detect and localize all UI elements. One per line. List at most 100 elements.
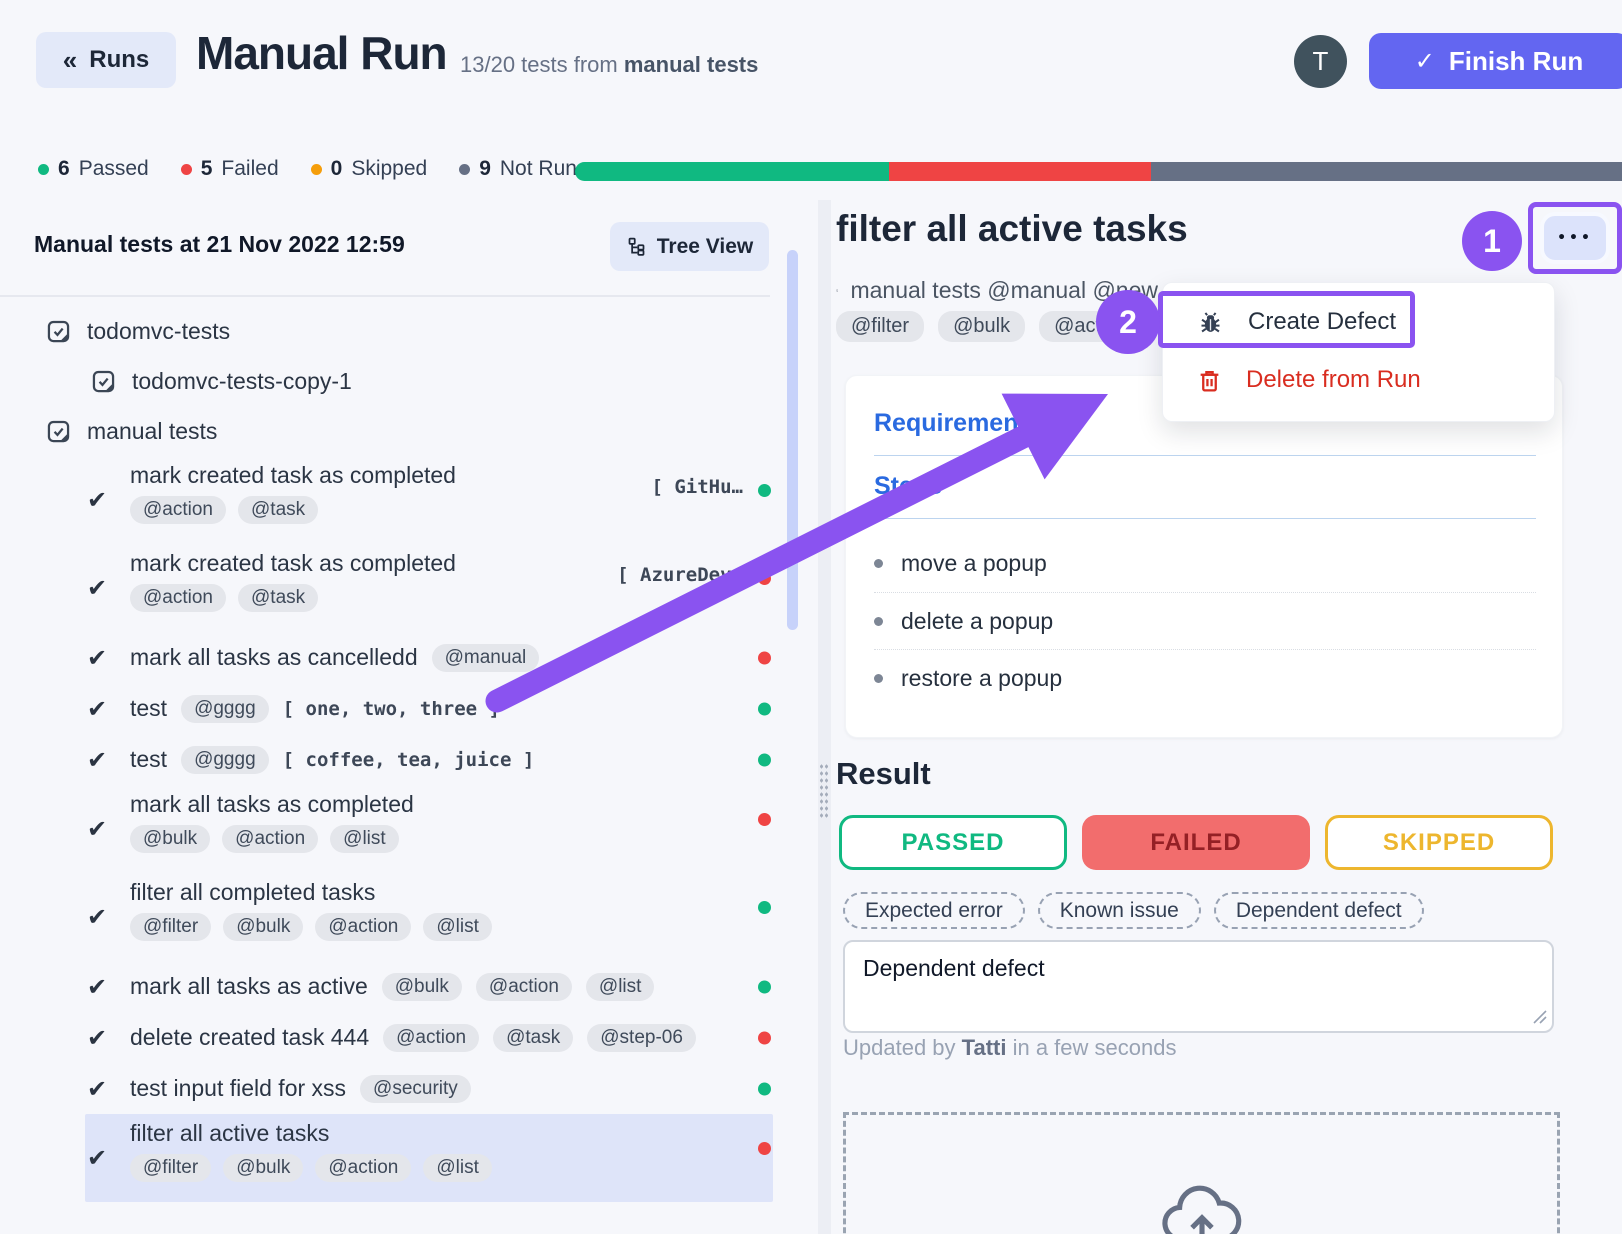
status-dot-failed	[758, 1142, 771, 1155]
status-dot-passed	[758, 901, 771, 914]
test-row[interactable]: ✔filter all active tasks@filter@bulk@act…	[85, 1114, 773, 1202]
test-row[interactable]: ✔mark created task as completed@action@t…	[85, 456, 773, 544]
suite-row[interactable]: todomvc-tests-copy-1	[0, 356, 790, 406]
tag-pill: @action	[315, 1154, 411, 1182]
test-row[interactable]: ✔mark all tasks as completed@bulk@action…	[85, 785, 773, 873]
test-row[interactable]: ✔filter all completed tasks@filter@bulk@…	[85, 873, 773, 961]
stat-dot-icon	[311, 164, 322, 175]
tag-pill: @task	[493, 1024, 573, 1052]
check-icon: ✔	[87, 574, 107, 602]
status-dot-passed	[758, 753, 771, 766]
check-icon: ✔	[87, 644, 107, 672]
test-name: filter all active tasks	[130, 1120, 773, 1147]
requirements-rule	[874, 455, 1536, 456]
tag-pill: @security	[360, 1075, 471, 1103]
suite-row[interactable]: todomvc-tests	[0, 306, 790, 356]
run-stat: 6Passed	[38, 157, 149, 181]
status-dot-passed	[758, 702, 771, 715]
subtitle-suite-name: manual tests	[624, 52, 759, 77]
annotation-step-1-badge: 1	[1462, 211, 1522, 271]
suite-row[interactable]: manual tests	[0, 406, 790, 456]
suite-doc-check-icon	[45, 418, 72, 445]
updated-prefix: Updated by	[843, 1035, 956, 1060]
suite-doc-check-icon	[836, 277, 838, 304]
test-row[interactable]: ✔delete created task 444@action@task@ste…	[85, 1012, 773, 1063]
tag-pill: @action	[130, 584, 226, 612]
result-type-pill[interactable]: Known issue	[1038, 892, 1201, 929]
progress-segment-not-run	[1151, 162, 1622, 181]
result-type-pill[interactable]: Expected error	[843, 892, 1025, 929]
test-name: filter all completed tasks	[130, 879, 773, 906]
test-row[interactable]: ✔mark all tasks as cancelledd@manual	[85, 632, 773, 683]
tag-pill: @list	[423, 913, 492, 941]
stat-label: Passed	[79, 157, 149, 181]
splitter-drag-handle[interactable]	[819, 763, 830, 819]
back-chevrons-icon: «	[63, 45, 77, 76]
tag-pill: @task	[238, 584, 318, 612]
finish-run-button[interactable]: ✓ Finish Run	[1369, 33, 1622, 89]
avatar[interactable]: T	[1294, 35, 1347, 88]
tag-pill: @bulk	[130, 825, 210, 853]
updated-status-text: Updated by Tatti in a few seconds	[843, 1035, 1176, 1061]
check-icon: ✔	[87, 746, 107, 774]
status-dot-failed	[758, 1031, 771, 1044]
left-panel-divider	[0, 295, 770, 297]
steps-link[interactable]: Steps	[874, 472, 942, 501]
menu-item-label: Delete from Run	[1246, 366, 1421, 394]
status-button-passed[interactable]: PASSED	[839, 815, 1067, 870]
test-row[interactable]: ✔ test input field for xss @security	[85, 1063, 773, 1114]
steps-list: move a popupdelete a popuprestore a popu…	[874, 535, 1536, 706]
tree-view-icon	[626, 236, 647, 257]
stat-dot-icon	[459, 164, 470, 175]
run-stat: 5Failed	[181, 157, 279, 181]
panel-splitter	[818, 200, 831, 1234]
menu-item-delete-from-run[interactable]: Delete from Run	[1163, 351, 1554, 409]
back-label: Runs	[89, 46, 149, 74]
stat-dot-icon	[38, 164, 49, 175]
back-to-runs-button[interactable]: « Runs	[36, 32, 176, 88]
test-tagline: @filter@bulk@action@list	[130, 1154, 773, 1182]
step-bullet-icon	[874, 559, 883, 568]
tag-pill: @manual	[432, 644, 540, 672]
suite-label: todomvc-tests-copy-1	[132, 368, 352, 395]
tag-pill: @action	[383, 1024, 479, 1052]
parameter-label: [ GitHu…	[651, 476, 743, 498]
check-icon: ✔	[87, 973, 107, 1001]
step-bullet-icon	[874, 674, 883, 683]
result-comment[interactable]	[843, 940, 1554, 1033]
left-panel-scrollbar[interactable]	[787, 250, 798, 630]
run-stat: 9Not Run	[459, 157, 577, 181]
tag-pill: @action	[315, 913, 411, 941]
run-subtitle: 13/20 tests from manual tests	[460, 52, 758, 78]
requirements-link[interactable]: Requirements	[874, 409, 1041, 438]
result-status-buttons: PASSED FAILED SKIPPED	[839, 815, 1553, 870]
left-panel-heading: Manual tests at 21 Nov 2022 12:59	[34, 231, 405, 258]
tag-pill: @list	[330, 825, 399, 853]
check-icon: ✔	[87, 815, 107, 843]
result-type-pill[interactable]: Dependent defect	[1214, 892, 1424, 929]
test-content-card: Requirements Steps move a popupdelete a …	[845, 375, 1563, 738]
tree-view-button[interactable]: Tree View	[610, 222, 769, 271]
check-icon: ✓	[1415, 47, 1435, 75]
parameter-label: [ AzureDev…	[617, 564, 743, 586]
annotation-step-2-badge: 2	[1096, 290, 1160, 354]
step-label: restore a popup	[901, 665, 1062, 692]
test-row[interactable]: ✔test@gggg[ one, two, three ]	[85, 683, 773, 734]
run-stats: 6Passed5Failed0Skipped9Not Run	[38, 157, 577, 181]
test-row[interactable]: ✔test@gggg[ coffee, tea, juice ]	[85, 734, 773, 785]
tag-pill: @list	[423, 1154, 492, 1182]
test-name: mark all tasks as completed	[130, 791, 773, 818]
test-name: mark all tasks as active	[130, 973, 368, 1000]
step-label: move a popup	[901, 550, 1047, 577]
attachment-dropzone[interactable]	[843, 1112, 1560, 1234]
test-row[interactable]: ✔mark all tasks as active@bulk@action@li…	[85, 961, 773, 1012]
test-name: test input field for xss	[130, 1075, 346, 1102]
updated-user: Tatti	[962, 1035, 1007, 1060]
status-button-skipped[interactable]: SKIPPED	[1325, 815, 1553, 870]
stat-count: 0	[331, 157, 343, 181]
status-button-failed[interactable]: FAILED	[1082, 815, 1310, 870]
suite-doc-check-icon	[90, 368, 117, 395]
test-row[interactable]: ✔mark created task as completed@action@t…	[85, 544, 773, 632]
check-icon: ✔	[87, 1075, 107, 1103]
test-tagline: @action @task	[130, 584, 773, 612]
